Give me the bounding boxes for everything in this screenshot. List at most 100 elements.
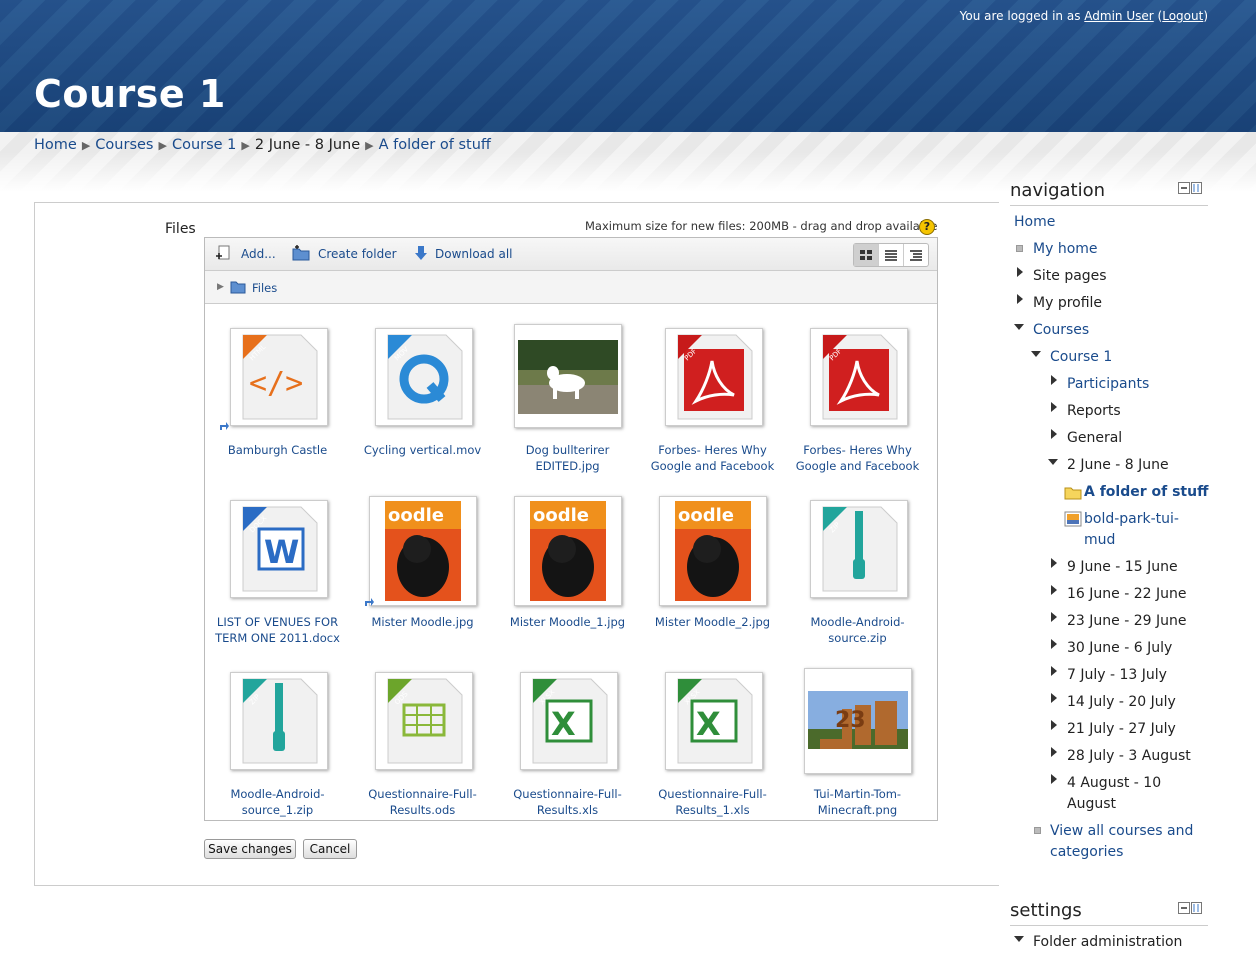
file-item[interactable]: ZIP Moodle-Android-source_1.zip <box>205 668 350 818</box>
download-all-button[interactable]: Download all <box>435 247 512 261</box>
dog-moodle-photo-thumbnail: oodle <box>514 496 622 606</box>
file-item[interactable]: XLSX X Questionnaire-Full-Results.xls <box>495 668 640 818</box>
nav-my-home[interactable]: My home <box>1033 239 1098 260</box>
login-info: You are logged in as Admin User (Logout) <box>959 9 1208 23</box>
block-collapse-icon[interactable] <box>1178 902 1202 914</box>
path-expand-icon[interactable]: ▶ <box>217 282 224 292</box>
block-divider <box>1010 205 1208 206</box>
help-icon[interactable]: ? <box>919 219 935 235</box>
logout-link[interactable]: Logout <box>1162 9 1203 23</box>
add-file-icon[interactable] <box>215 244 233 262</box>
cancel-button[interactable]: Cancel <box>303 839 357 859</box>
file-item[interactable]: DOCX W LIST OF VENUES FOR TERM ONE 2011.d… <box>205 496 350 646</box>
nav-week[interactable]: 7 July - 13 July <box>1067 665 1167 686</box>
dog-moodle-photo-thumbnail: oodle <box>369 496 477 606</box>
nav-participants[interactable]: Participants <box>1067 374 1149 395</box>
breadcrumb-courses[interactable]: Courses <box>95 137 153 153</box>
tree-view-button[interactable] <box>904 244 928 266</box>
download-icon[interactable] <box>413 244 429 262</box>
nav-week[interactable]: 23 June - 29 June <box>1067 611 1186 632</box>
collapse-arrow-icon[interactable] <box>1014 936 1024 942</box>
nav-site-pages[interactable]: Site pages <box>1033 266 1107 287</box>
path-files-link[interactable]: Files <box>252 281 277 295</box>
nav-week[interactable]: 21 July - 27 July <box>1067 719 1176 740</box>
add-button[interactable]: Add... <box>241 247 276 261</box>
nav-general[interactable]: General <box>1067 428 1122 449</box>
breadcrumb-separator-icon: ▶ <box>158 139 167 152</box>
expand-arrow-icon[interactable] <box>1051 558 1057 568</box>
nav-week-current[interactable]: 2 June - 8 June <box>1067 455 1169 476</box>
create-folder-button[interactable]: Create folder <box>318 247 397 261</box>
expand-arrow-icon[interactable] <box>1051 774 1057 784</box>
expand-arrow-icon[interactable] <box>1051 402 1057 412</box>
nav-week-last-line1[interactable]: 4 August - 10 <box>1067 773 1161 794</box>
pdf-file-icon: PDF <box>665 328 763 426</box>
file-item[interactable]: 23 Tui-Martin-Tom-Minecraft.png <box>785 668 930 818</box>
settings-block-title: settings <box>1010 900 1082 921</box>
nav-week[interactable]: 28 July - 3 August <box>1067 746 1191 767</box>
nav-image-line1[interactable]: bold-park-tui- <box>1084 509 1179 530</box>
nav-my-profile[interactable]: My profile <box>1033 293 1102 314</box>
block-collapse-icon[interactable] <box>1178 182 1202 194</box>
file-name: Bamburgh Castle <box>227 443 328 457</box>
svg-text:</>: </> <box>249 366 303 401</box>
file-path-bar: ▶ Files <box>205 271 937 304</box>
expand-arrow-icon[interactable] <box>1051 747 1057 757</box>
file-item[interactable]: MOV Cycling vertical.mov <box>350 324 495 474</box>
nav-course1[interactable]: Course 1 <box>1050 347 1112 368</box>
svg-text:W: W <box>264 533 299 571</box>
file-item[interactable]: oodle Mister Moodle_1.jpg <box>495 496 640 646</box>
expand-arrow-icon[interactable] <box>1051 585 1057 595</box>
file-manager-toolbar: Add... Create folder Download all <box>205 238 937 271</box>
collapse-arrow-icon[interactable] <box>1014 324 1024 330</box>
expand-arrow-icon[interactable] <box>1017 294 1023 304</box>
icon-view-button[interactable] <box>854 244 879 266</box>
file-item[interactable]: HTML </> Bamburgh Castle <box>205 324 350 474</box>
save-changes-button[interactable]: Save changes <box>204 839 296 859</box>
nav-folder-current[interactable]: A folder of stuff <box>1084 482 1208 503</box>
nav-courses[interactable]: Courses <box>1033 320 1089 341</box>
nav-view-all-line1[interactable]: View all courses and <box>1050 821 1193 842</box>
file-item[interactable]: XLSX X Questionnaire-Full-Results_1.xls <box>640 668 785 818</box>
expand-arrow-icon[interactable] <box>1051 720 1057 730</box>
breadcrumb-course1[interactable]: Course 1 <box>172 137 236 153</box>
expand-arrow-icon[interactable] <box>1051 639 1057 649</box>
nav-week-last-line2[interactable]: August <box>1067 794 1116 815</box>
block-divider <box>1010 925 1208 926</box>
nav-week[interactable]: 9 June - 15 June <box>1067 557 1178 578</box>
file-item[interactable]: ZIP Moodle-Android-source.zip <box>785 496 930 646</box>
breadcrumb-home[interactable]: Home <box>34 137 77 153</box>
expand-arrow-icon[interactable] <box>1051 612 1057 622</box>
expand-arrow-icon[interactable] <box>1017 267 1023 277</box>
nav-week[interactable]: 16 June - 22 June <box>1067 584 1186 605</box>
alias-arrow-icon <box>220 422 229 430</box>
list-view-button[interactable] <box>879 244 904 266</box>
nav-home[interactable]: Home <box>1014 212 1055 233</box>
nav-bullet-icon <box>1034 827 1041 834</box>
collapse-arrow-icon[interactable] <box>1031 351 1041 357</box>
expand-arrow-icon[interactable] <box>1051 375 1057 385</box>
dog-photo-thumbnail <box>514 324 622 428</box>
breadcrumb-folder[interactable]: A folder of stuff <box>379 137 491 153</box>
nav-view-all-line2[interactable]: categories <box>1050 842 1123 863</box>
nav-week[interactable]: 30 June - 6 July <box>1067 638 1172 659</box>
expand-arrow-icon[interactable] <box>1051 693 1057 703</box>
file-item[interactable]: PDF Forbes- Heres Why Google and Faceboo… <box>785 324 930 474</box>
expand-arrow-icon[interactable] <box>1051 429 1057 439</box>
expand-arrow-icon[interactable] <box>1051 666 1057 676</box>
nav-reports[interactable]: Reports <box>1067 401 1121 422</box>
file-name: Questionnaire-Full-Results.ods <box>368 787 477 817</box>
file-item[interactable]: PDF Forbes- Heres Why Google and Faceboo… <box>640 324 785 474</box>
create-folder-icon[interactable] <box>291 244 311 262</box>
pdf-file-icon: PDF <box>810 328 908 426</box>
collapse-arrow-icon[interactable] <box>1048 459 1058 465</box>
nav-week[interactable]: 14 July - 20 July <box>1067 692 1176 713</box>
file-name: Tui-Martin-Tom-Minecraft.png <box>813 787 902 817</box>
user-link[interactable]: Admin User <box>1084 9 1153 23</box>
file-item[interactable]: Dog bullterirer EDITED.jpg <box>495 324 640 474</box>
file-item[interactable]: oodle Mister Moodle_2.jpg <box>640 496 785 646</box>
file-item[interactable]: oodle Mister Moodle.jpg <box>350 496 495 646</box>
file-item[interactable]: ODS Questionnaire-Full-Results.ods <box>350 668 495 818</box>
nav-image-line2[interactable]: mud <box>1084 530 1115 551</box>
settings-folder-administration[interactable]: Folder administration <box>1033 932 1182 953</box>
